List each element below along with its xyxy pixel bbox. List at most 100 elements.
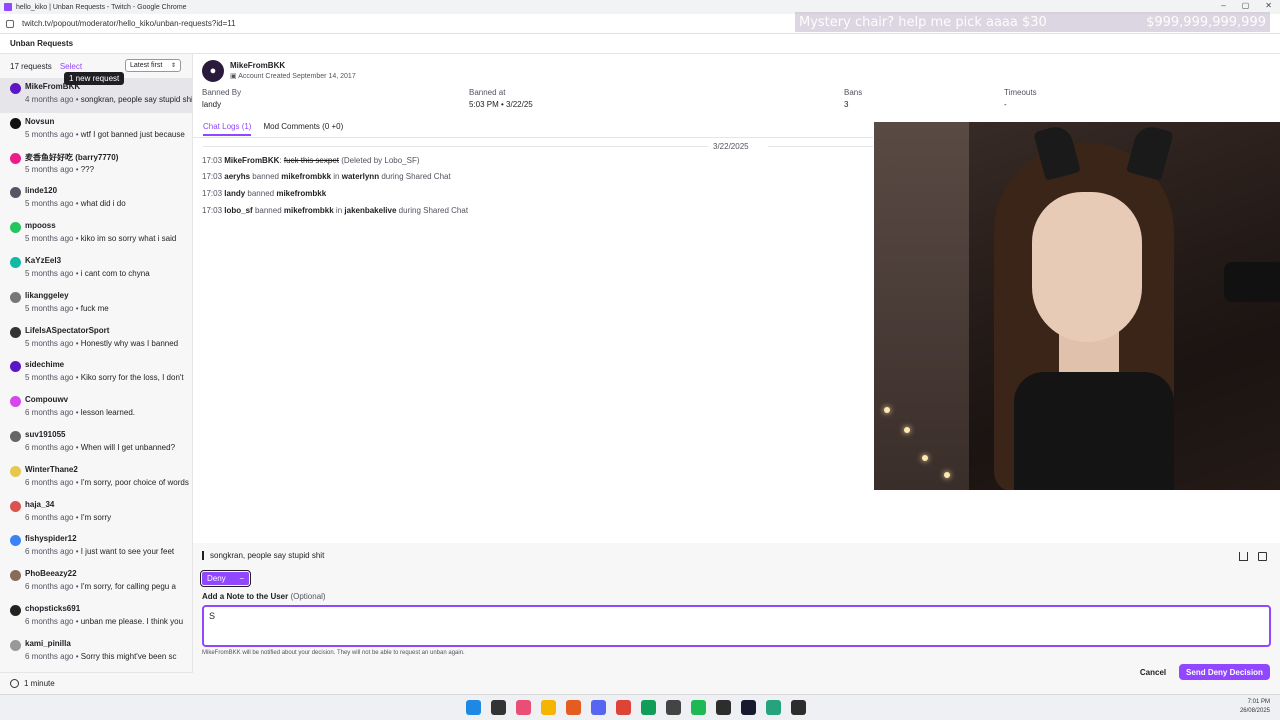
list-item[interactable]: mpooss 5 months ago • kiko im so sorry wh… <box>0 217 192 252</box>
banned-at-label: Banned at <box>469 88 506 97</box>
log-user[interactable]: MikeFromBKK <box>224 156 279 165</box>
clock-date: 26/08/2025 <box>1239 708 1270 714</box>
log-user[interactable]: lobo_sf <box>224 206 252 215</box>
cancel-button[interactable]: Cancel <box>1133 664 1173 680</box>
list-item[interactable]: chopsticks691 6 months ago • unban me ple… <box>0 600 192 635</box>
request-list: MikeFromBKK 4 months ago • songkran, peop… <box>0 78 192 670</box>
tab-chat-logs[interactable]: Chat Logs (1) <box>203 122 252 136</box>
os-taskbar: 7:01 PM 26/08/2025 <box>0 694 1280 720</box>
taskbar-app-icon[interactable] <box>741 700 756 715</box>
taskbar-app-icon[interactable] <box>466 700 481 715</box>
separator-dot: • <box>73 338 81 348</box>
request-meta: 5 months ago • kiko im so sorry what i s… <box>25 234 176 243</box>
log-channel[interactable]: waterlynn <box>342 172 379 181</box>
list-item[interactable]: Compouwv 6 months ago • lesson learned. <box>0 391 192 426</box>
streamer-face <box>1032 192 1142 342</box>
request-message: When will I get unbanned? <box>80 442 176 452</box>
taskbar-app-icon[interactable] <box>516 700 531 715</box>
taskbar-app-icon[interactable] <box>791 700 806 715</box>
taskbar-app-icon[interactable] <box>691 700 706 715</box>
separator-dot: • <box>73 164 81 174</box>
list-item[interactable]: 麦香鱼好好吃 (barry7770) 5 months ago • ??? <box>0 148 192 183</box>
close-icon[interactable]: ✕ <box>1265 1 1272 10</box>
webcam-background <box>874 122 969 490</box>
select-button[interactable]: Select <box>60 62 82 71</box>
taskbar-app-icon[interactable] <box>641 700 656 715</box>
request-username: mpooss <box>25 221 56 231</box>
deny-chip[interactable]: Deny − <box>200 570 251 587</box>
list-item[interactable]: haja_34 6 months ago • I'm sorry <box>0 496 192 531</box>
request-username: suv191055 <box>25 429 66 439</box>
tab-mod-comments[interactable]: Mod Comments (0 +0) <box>263 122 343 136</box>
avatar <box>10 187 21 199</box>
log-user[interactable]: aeryhs <box>224 172 250 181</box>
note-input[interactable] <box>202 605 1271 647</box>
avatar <box>10 83 21 94</box>
send-deny-button[interactable]: Send Deny Decision <box>1179 664 1270 680</box>
avatar <box>10 117 21 129</box>
banned-by-stat: Banned By landy <box>202 88 241 109</box>
request-meta: 6 months ago • When will I get unbanned? <box>25 443 175 452</box>
request-message: fuck me <box>80 303 109 313</box>
note-label-text: Add a Note to the User <box>202 592 289 601</box>
list-item[interactable]: KaYzEel3 5 months ago • i cant com to chy… <box>0 252 192 287</box>
user-avatar-icon: ● <box>202 60 224 82</box>
taskbar-app-icon[interactable] <box>566 700 581 715</box>
list-item[interactable]: likanggeley 5 months ago • fuck me <box>0 287 192 322</box>
list-item[interactable]: LifeIsASpectatorSport 5 months ago • Hone… <box>0 322 192 357</box>
taskbar-app-icon[interactable] <box>666 700 681 715</box>
fairy-light <box>904 427 910 433</box>
list-item[interactable]: sidechime 5 months ago • Kiko sorry for t… <box>0 356 192 391</box>
list-item[interactable]: Novsun 5 months ago • wtf I got banned ju… <box>0 113 192 148</box>
taskbar-app-icon[interactable] <box>616 700 631 715</box>
separator-dot: • <box>73 268 81 278</box>
bans-value: 3 <box>844 100 849 109</box>
log-tail: during Shared Chat <box>381 172 451 181</box>
list-item[interactable]: linde120 5 months ago • what did i do <box>0 182 192 217</box>
share-icon[interactable] <box>1239 552 1248 561</box>
request-message: lesson learned. <box>80 408 135 418</box>
request-username: likanggeley <box>25 290 69 300</box>
request-meta: 6 months ago • Sorry this might've been … <box>25 652 177 661</box>
taskbar-app-icon[interactable] <box>591 700 606 715</box>
request-username: chopsticks691 <box>25 603 81 613</box>
log-user[interactable]: landy <box>224 189 245 198</box>
timeouts-stat: Timeouts - <box>1004 88 1037 109</box>
request-username: linde120 <box>25 186 58 196</box>
sort-dropdown[interactable]: Latest first ⇕ <box>125 59 181 72</box>
request-meta: 5 months ago • Kiko sorry for the loss, … <box>25 373 184 382</box>
log-channel[interactable]: jakenbakelive <box>344 206 396 215</box>
site-settings-icon[interactable] <box>6 19 14 28</box>
window-controls: – ▢ ✕ <box>1221 1 1272 10</box>
bans-label: Bans <box>844 88 863 97</box>
streamer-outfit <box>1014 372 1174 490</box>
separator-dot: • <box>73 408 81 418</box>
url-text[interactable]: twitch.tv/popout/moderator/hello_kiko/un… <box>22 19 236 28</box>
separator-dot: • <box>73 373 81 383</box>
taskbar-app-icon[interactable] <box>491 700 506 715</box>
maximize-icon[interactable]: ▢ <box>1242 1 1250 10</box>
request-username: KaYzEel3 <box>25 255 62 265</box>
taskbar-app-icon[interactable] <box>541 700 556 715</box>
log-sep: : <box>279 156 282 165</box>
detail-username[interactable]: MikeFromBKK <box>230 61 285 70</box>
avatar <box>10 604 21 616</box>
log-target[interactable]: mikefrombkk <box>276 189 326 198</box>
log-target[interactable]: mikefrombkk <box>284 206 334 215</box>
list-item[interactable]: kami_pinilla 6 months ago • Sorry this mi… <box>0 635 192 670</box>
note-optional: (Optional) <box>290 592 326 601</box>
request-username: PhoBeeazy22 <box>25 569 77 579</box>
report-icon[interactable] <box>1258 552 1267 561</box>
list-item[interactable]: suv191055 6 months ago • When will I get … <box>0 426 192 461</box>
taskbar-app-icon[interactable] <box>716 700 731 715</box>
date-divider <box>203 146 708 147</box>
minimize-icon[interactable]: – <box>1221 1 1225 10</box>
list-item[interactable]: PhoBeeazy22 6 months ago • I'm sorry, for… <box>0 565 192 600</box>
sort-label: Latest first <box>130 62 163 69</box>
list-item[interactable]: fishyspider12 6 months ago • I just want … <box>0 530 192 565</box>
taskbar-app-icon[interactable] <box>766 700 781 715</box>
request-message: I'm sorry, poor choice of words <box>80 477 189 487</box>
log-target[interactable]: mikefrombkk <box>281 172 331 181</box>
request-username: LifeIsASpectatorSport <box>25 325 110 335</box>
list-item[interactable]: WinterThane2 6 months ago • I'm sorry, po… <box>0 461 192 496</box>
